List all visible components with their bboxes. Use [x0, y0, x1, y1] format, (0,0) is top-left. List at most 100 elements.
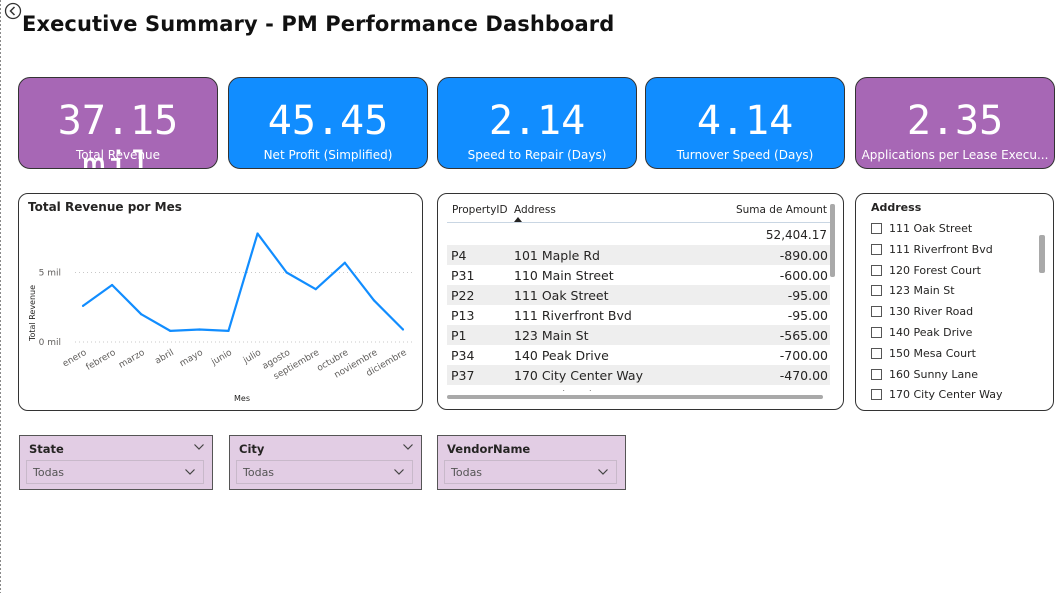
kpi-card-total-revenue: 37.15 mil Total Revenue — [18, 77, 218, 169]
cell-propertyid: P31 — [451, 268, 475, 283]
kpi-value: 2.14 — [488, 98, 586, 144]
cell-address: 111 Oak Street — [514, 288, 609, 303]
table-row[interactable]: P13 111 Riverfront Bvd -95.00 — [447, 305, 830, 325]
kpi-label: Applications per Lease Execu... — [861, 148, 1049, 162]
state-dropdown-value: Todas — [33, 466, 65, 479]
x-tick-label: mayo — [178, 348, 205, 369]
checkbox[interactable] — [871, 327, 882, 338]
kpi-label: Speed to Repair (Days) — [467, 148, 607, 162]
cell-propertyid: P22 — [451, 288, 475, 303]
y-axis-label: Total Revenue — [28, 285, 37, 342]
state-dropdown[interactable]: Todas — [26, 460, 204, 484]
chevron-down-icon[interactable] — [194, 444, 204, 450]
table-row[interactable]: P4 101 Maple Rd -890.00 — [447, 245, 830, 265]
checkbox[interactable] — [871, 306, 882, 318]
table-row[interactable]: P22 111 Oak Street -95.00 — [447, 285, 830, 305]
kpi-card-net-profit: 45.45 ... Net Profit (Simplified) — [228, 77, 428, 169]
cell-propertyid: P4 — [451, 248, 467, 263]
checkbox[interactable] — [871, 264, 882, 276]
city-dropdown[interactable]: Todas — [236, 460, 413, 484]
page-title: Executive Summary - PM Performance Dashb… — [22, 12, 615, 36]
data-point — [227, 329, 230, 332]
vendorname-slicer: VendorName Todas — [437, 435, 626, 490]
column-header-amount[interactable]: Suma de Amount — [736, 204, 827, 216]
column-header-address[interactable]: Address — [514, 204, 556, 216]
x-tick-label: marzo — [117, 348, 147, 371]
address-option-label: 160 Sunny Lane — [889, 367, 979, 381]
column-header-propertyid[interactable]: PropertyID — [452, 204, 508, 216]
header-divider — [447, 222, 830, 223]
y-tick-label: 5 mil — [39, 268, 61, 278]
city-slicer: City Todas — [229, 435, 422, 490]
data-point — [140, 313, 143, 316]
checkbox[interactable] — [871, 347, 882, 359]
city-slicer-title: City — [239, 442, 265, 456]
cell-amount: -95.00 — [787, 308, 828, 323]
x-tick-label: junio — [209, 348, 234, 368]
vendorname-dropdown-value: Todas — [451, 466, 483, 479]
chevron-down-icon — [185, 469, 195, 475]
address-option-label: 150 Mesa Court — [889, 346, 976, 360]
cell-address: 110 Main Street — [514, 268, 614, 283]
revenue-line-chart: 0 mil5 milTotal Revenueenerofebrero marzo… — [28, 232, 415, 403]
checkbox[interactable] — [871, 243, 882, 255]
property-amount-table[interactable]: PropertyID Address Suma de Amount 52,404… — [437, 193, 844, 410]
checkbox[interactable] — [871, 389, 882, 401]
cell-amount: -890.00 — [779, 248, 828, 263]
kpi-value: 2.35 — [906, 98, 1004, 144]
x-axis-label: Mes — [234, 394, 250, 403]
kpi-label: Turnover Speed (Days) — [676, 148, 814, 162]
cell-address: 123 Main St — [514, 328, 589, 343]
kpi-card-applications-per-lease: 2.35 Applications per Lease Execu... — [855, 77, 1055, 169]
kpi-label: Total Revenue — [75, 148, 161, 162]
series-line-total-revenue — [82, 232, 404, 332]
table-horizontal-scrollbar[interactable] — [447, 395, 823, 399]
x-tick-label: abril — [154, 348, 176, 367]
table-row[interactable]: P34 140 Peak Drive -700.00 — [447, 345, 830, 365]
cell-propertyid: P37 — [451, 368, 475, 383]
cell-amount: -600.00 — [779, 268, 828, 283]
table-row[interactable]: P1 123 Main St -565.00 — [447, 325, 830, 345]
data-point — [110, 283, 114, 287]
address-slicer-title: Address — [871, 201, 922, 214]
data-point — [198, 328, 201, 331]
kpi-card-speed-to-repair: 2.14 Speed to Repair (Days) — [437, 77, 637, 169]
data-point — [314, 288, 317, 291]
address-slicer-scrollbar[interactable] — [1039, 235, 1045, 273]
cell-amount: -565.00 — [779, 328, 828, 343]
city-dropdown-value: Todas — [243, 466, 275, 479]
vendorname-slicer-title: VendorName — [447, 442, 531, 456]
back-arrow-icon[interactable] — [4, 2, 22, 20]
cell-address: 200 Tech Drive — [514, 388, 607, 391]
table-row[interactable]: P37 170 City Center Way -470.00 — [447, 365, 830, 385]
checkbox[interactable] — [871, 368, 882, 380]
chevron-down-icon[interactable] — [403, 444, 413, 450]
data-point — [256, 232, 259, 235]
state-slicer-title: State — [29, 442, 64, 456]
address-option-label: 130 River Road — [889, 305, 974, 319]
checkbox[interactable] — [871, 223, 882, 234]
cell-amount: -700.00 — [779, 348, 828, 363]
cell-propertyid: P13 — [451, 308, 475, 323]
cell-propertyid: P1 — [451, 328, 467, 343]
address-option-label: 111 Riverfront Bvd — [889, 242, 993, 256]
table-row[interactable]: P40 200 Tech Drive -240.00 — [447, 385, 830, 391]
cell-address: 140 Peak Drive — [514, 348, 609, 363]
address-option-label: 111 Oak Street — [889, 222, 973, 235]
data-point — [372, 299, 376, 302]
table-vertical-scrollbar[interactable] — [830, 204, 835, 277]
cell-amount: -240.00 — [780, 388, 828, 391]
table-body: P4 101 Maple Rd -890.00 P31 110 Main Street -… — [447, 245, 830, 391]
table-row[interactable]: P31 110 Main Street -600.00 — [447, 265, 830, 285]
table-total: 52,404.17 — [765, 228, 827, 242]
revenue-chart-panel[interactable]: Total Revenue por Mes 0 mil 5 mil Total Re… — [18, 193, 423, 411]
cell-amount: -95.00 — [787, 288, 828, 303]
checkbox[interactable] — [871, 285, 882, 297]
x-tick-label: febrero — [84, 348, 118, 373]
vendorname-dropdown[interactable]: Todas — [444, 460, 617, 484]
cell-address: 170 City Center Way — [514, 368, 643, 383]
chevron-down-icon — [598, 469, 608, 475]
chevron-down-icon — [394, 469, 404, 475]
cell-propertyid: P34 — [451, 348, 475, 363]
address-option-label: 120 Forest Court — [889, 263, 981, 277]
